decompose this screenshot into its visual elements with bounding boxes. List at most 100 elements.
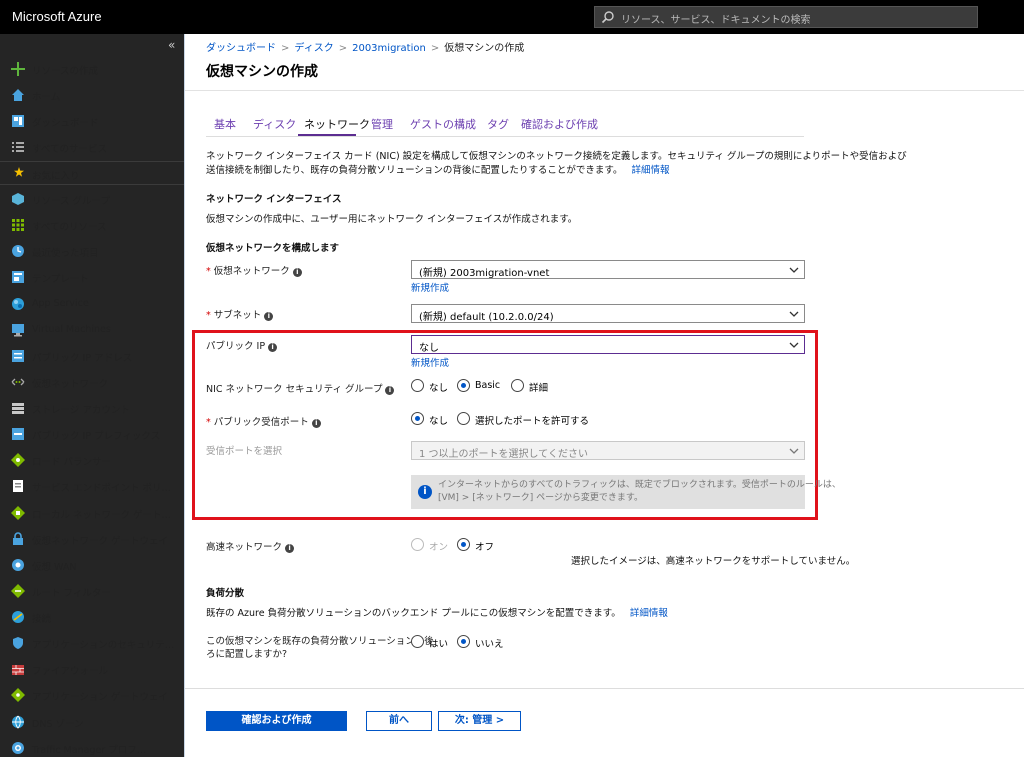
load-balancing-heading: 負荷分散 [206, 588, 245, 599]
radio-label: 詳細 [529, 383, 549, 394]
tab-guest-config[interactable]: ゲストの構成 [410, 116, 476, 132]
next-management-button[interactable]: 次: 管理 > [438, 711, 521, 731]
select-ports-dropdown[interactable]: 1 つ以上のポートを選択してください [411, 441, 805, 460]
sidebar-item-local-gateway[interactable]: ローカル ネットワーク ゲート… [0, 500, 184, 526]
public-ip-create-new-link[interactable]: 新規作成 [411, 355, 449, 369]
sidebar-item-label: DNS ゾーン [32, 719, 84, 730]
tab-tags[interactable]: タグ [487, 116, 509, 132]
breadcrumb-link[interactable]: 2003migration [352, 43, 426, 54]
search-icon [601, 11, 614, 24]
radio-button[interactable] [457, 379, 470, 392]
inbound-ports-label-text: パブリック受信ポート [213, 417, 309, 428]
learn-more-link[interactable]: 詳細情報 [632, 165, 670, 176]
vnet-select[interactable]: (新規) 2003migration-vnet [411, 260, 805, 279]
radio-button[interactable] [457, 635, 470, 648]
sidebar-item-home[interactable]: ホーム [0, 82, 184, 108]
list-icon [12, 142, 24, 152]
vnet-create-new-link[interactable]: 新規作成 [411, 280, 449, 294]
sidebar-item-all-services[interactable]: すべてのサービス [0, 134, 184, 160]
info-icon[interactable]: i [292, 268, 302, 277]
radio-button[interactable] [457, 538, 470, 551]
sidebar-item-all-resources[interactable]: すべてのリソース [0, 212, 184, 238]
info-icon[interactable]: i [311, 419, 321, 428]
sidebar-item-public-ip-prefix[interactable]: パブリック IP プレフィックス [0, 421, 184, 447]
sidebar-item-service-endpoint[interactable]: サービス エンドポイント ポリ… [0, 473, 184, 499]
storage-icon [12, 403, 24, 414]
sidebar-item-route-filter[interactable]: ルート フィルター [0, 578, 184, 604]
sidebar-item-public-ip[interactable]: パブリック IP アドレス [0, 343, 184, 369]
sidebar-item-storage[interactable]: ストレージ アカウント [0, 395, 184, 421]
subnet-select[interactable]: (新規) default (10.2.0.0/24) [411, 304, 805, 323]
tab-basics[interactable]: 基本 [214, 116, 236, 132]
load-balancer-icon [11, 453, 25, 467]
chevron-down-icon [789, 311, 799, 317]
sidebar-item-firewall[interactable]: ファイアウォール [0, 656, 184, 682]
lb-learn-more-link[interactable]: 詳細情報 [630, 608, 668, 619]
monitor-icon [12, 324, 24, 337]
sidebar-item-load-balancer[interactable]: ロード バランサー [0, 447, 184, 473]
radio-label: オン [429, 542, 449, 553]
sidebar-item-app-security-group[interactable]: アプリケーションのセキュリテ… [0, 630, 184, 656]
tabs-divider [206, 136, 804, 137]
vnet-config-heading: 仮想ネットワークを構成します [206, 243, 340, 254]
sidebar-item-label: ストレージ アカウント [32, 405, 130, 416]
collapse-sidebar-button[interactable]: « [168, 38, 175, 52]
tab-networking[interactable]: ネットワーク [304, 116, 370, 132]
favorites-header: お気に入り [0, 163, 184, 183]
sidebar-item-label: すべてのリソース [32, 222, 107, 233]
app-title[interactable]: Microsoft Azure [12, 9, 102, 24]
review-create-button[interactable]: 確認および作成 [206, 711, 347, 731]
radio-button[interactable] [457, 412, 470, 425]
sidebar-item-label: Traffic Manager プロフ… [32, 745, 147, 756]
sidebar-item-vnet-gateway[interactable]: 仮想ネットワーク ゲートウェイ [0, 526, 184, 552]
global-search[interactable]: リソース、サービス、ドキュメントの検索 [594, 6, 978, 28]
radio-button[interactable] [411, 379, 424, 392]
sidebar-item-dashboard[interactable]: ダッシュボード [0, 108, 184, 134]
breadcrumb-link[interactable]: ダッシュボード [206, 43, 276, 54]
intro-text-2-content: 送信接続を制御したり、既存の負荷分散ソリューションの背後に配置したりすることがで… [206, 165, 623, 176]
lb-question-label: この仮想マシンを既存の負荷分散ソリューションの後 ろに配置しますか? [206, 635, 434, 661]
sidebar-item-label: ルート フィルター [32, 588, 111, 599]
radio-button[interactable] [411, 538, 424, 551]
info-icon[interactable]: i [268, 343, 278, 352]
sidebar-item-connections[interactable]: 接続 [0, 604, 184, 630]
sidebar-item-label: リソース グループ [32, 196, 110, 207]
tab-review-create[interactable]: 確認および作成 [521, 116, 598, 132]
sidebar-item-app-gateway[interactable]: アプリケーション ゲートウェイ [0, 682, 184, 708]
public-ip-select[interactable]: なし [411, 335, 805, 354]
sidebar-item-traffic-manager[interactable]: Traffic Manager プロフ… [0, 735, 184, 757]
info-icon[interactable]: i [264, 312, 274, 321]
radio-button[interactable] [411, 412, 424, 425]
lb-question-line1: この仮想マシンを既存の負荷分散ソリューションの後 [206, 636, 434, 647]
info-icon[interactable]: i [385, 386, 395, 395]
radio-button[interactable] [411, 635, 424, 648]
radio-label: なし [429, 416, 449, 427]
sidebar-item-dns-zones[interactable]: DNS ゾーン [0, 709, 184, 735]
previous-button[interactable]: 前へ [366, 711, 432, 731]
sidebar-item-templates[interactable]: テンプレート [0, 264, 184, 290]
endpoint-policy-icon [13, 480, 23, 492]
sidebar-item-app-service[interactable]: App Service [0, 291, 184, 317]
vnet-value: (新規) 2003migration-vnet [419, 268, 550, 279]
sidebar-item-recent[interactable]: 最近使った項目 [0, 238, 184, 264]
info-icon[interactable]: i [285, 544, 295, 553]
inbound-info-line1: インターネットからのすべてのトラフィックは、既定でブロックされます。受信ポートの… [438, 480, 841, 490]
sidebar-item-virtual-wan[interactable]: 仮想 WAN [0, 552, 184, 578]
sidebar-item-label: サービス エンドポイント ポリ… [32, 483, 172, 494]
connection-icon [12, 611, 24, 623]
sidebar-item-virtual-machines[interactable]: Virtual Machines [0, 317, 184, 343]
sidebar-item-virtual-network[interactable]: 仮想ネットワーク [0, 369, 184, 395]
radio-button[interactable] [511, 379, 524, 392]
tab-management[interactable]: 管理 [371, 116, 393, 132]
sidebar-item-create-resource[interactable]: リソースの作成 [0, 56, 184, 82]
route-filter-icon [11, 584, 25, 598]
sidebar-item-resource-groups[interactable]: リソース グループ [0, 186, 184, 212]
sidebar-item-label: リソースの作成 [32, 66, 99, 77]
app-gateway-icon [11, 688, 25, 702]
local-gateway-icon [11, 506, 25, 520]
clock-icon [12, 245, 24, 257]
sidebar-item-label: ファイアウォール [32, 666, 109, 677]
required-marker: * [206, 417, 211, 428]
tab-disks[interactable]: ディスク [253, 116, 296, 132]
breadcrumb-link[interactable]: ディスク [294, 43, 333, 54]
